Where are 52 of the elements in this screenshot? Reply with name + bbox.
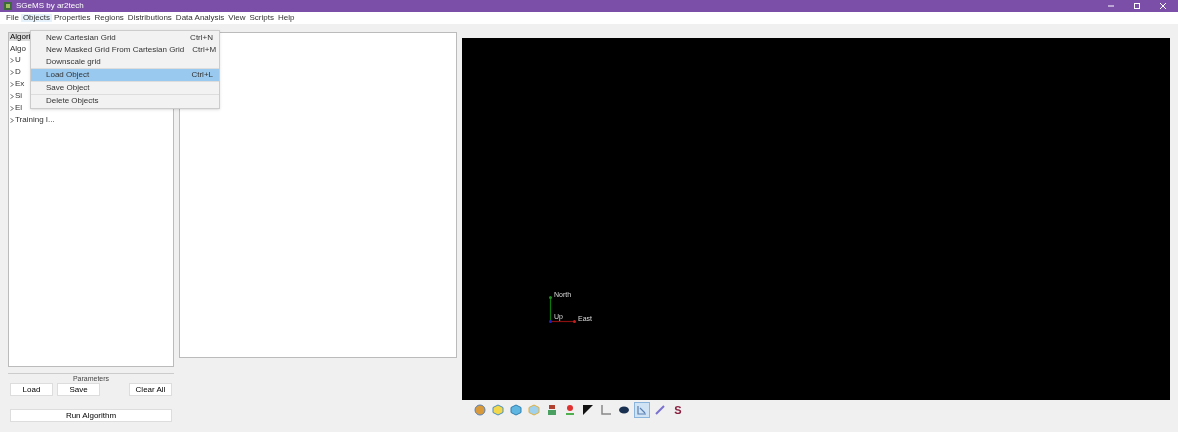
parameter-button[interactable]: Clear All [129, 383, 172, 396]
chevron-icon[interactable] [10, 81, 14, 87]
chevron-icon[interactable] [10, 69, 14, 75]
contrast-icon [582, 404, 594, 416]
menu-item[interactable]: Objects [20, 14, 52, 22]
axes-drawing [549, 296, 576, 323]
cube-icon [492, 404, 504, 416]
menu-item[interactable]: Data Analysis [173, 14, 227, 22]
chevron-icon[interactable] [10, 93, 14, 99]
menu-item[interactable]: File [4, 14, 21, 22]
menu-entry[interactable]: Downscale grid [31, 56, 219, 68]
minimize-icon[interactable] [1108, 3, 1114, 9]
menu-item[interactable]: Distributions [125, 14, 174, 22]
menu-item[interactable]: Scripts [247, 14, 276, 22]
tree-item[interactable]: U [15, 56, 21, 64]
menu-item[interactable]: Help [276, 14, 297, 22]
chevron-icon[interactable] [10, 105, 14, 111]
chevron-icon[interactable] [10, 57, 14, 63]
globe-icon [474, 404, 486, 416]
panel-tab[interactable]: Algori [9, 33, 32, 41]
cube-icon [528, 404, 540, 416]
figure-icon [546, 404, 558, 416]
tree-item[interactable]: Si [15, 92, 23, 100]
chevron-icon[interactable] [10, 117, 14, 123]
menu-entry[interactable]: Save Object [31, 82, 219, 94]
tree-item[interactable]: Ex [15, 80, 25, 88]
tree-heading: Algo [9, 45, 26, 53]
app-icon [4, 2, 12, 10]
run-algorithm-button[interactable]: Run Algorithm [10, 409, 172, 422]
menu-item[interactable]: Properties [52, 14, 93, 22]
toolbar-button[interactable] [580, 402, 596, 418]
close-icon[interactable] [1160, 3, 1166, 9]
cube-icon [510, 404, 522, 416]
tree-item[interactable]: Training I... [15, 116, 55, 124]
scale-icon [654, 404, 666, 416]
parameter-button[interactable]: Load [10, 383, 53, 396]
menu-entry[interactable]: New Masked Grid From Cartesian Grid Ctrl+M [31, 44, 219, 56]
tree-item[interactable]: El [15, 104, 23, 112]
window-title: SGeMS by ar2tech [16, 2, 84, 10]
menu-entry[interactable]: Delete Objects [31, 95, 219, 107]
menu-item[interactable]: Regions [92, 14, 126, 22]
menu-entry[interactable]: New Cartesian Grid Ctrl+N [31, 32, 219, 44]
view-icon [636, 404, 648, 416]
maximize-icon[interactable] [1134, 3, 1140, 9]
parameter-button[interactable]: Save [57, 383, 100, 396]
camera-icon [618, 404, 630, 416]
pin-icon [564, 404, 576, 416]
tree-item[interactable]: D [15, 68, 21, 76]
axis-icon [600, 404, 612, 416]
menu-item[interactable]: View [226, 14, 248, 22]
toolbar-button[interactable]: S [670, 402, 686, 418]
menu-entry[interactable]: Load Object Ctrl+L [31, 69, 219, 81]
